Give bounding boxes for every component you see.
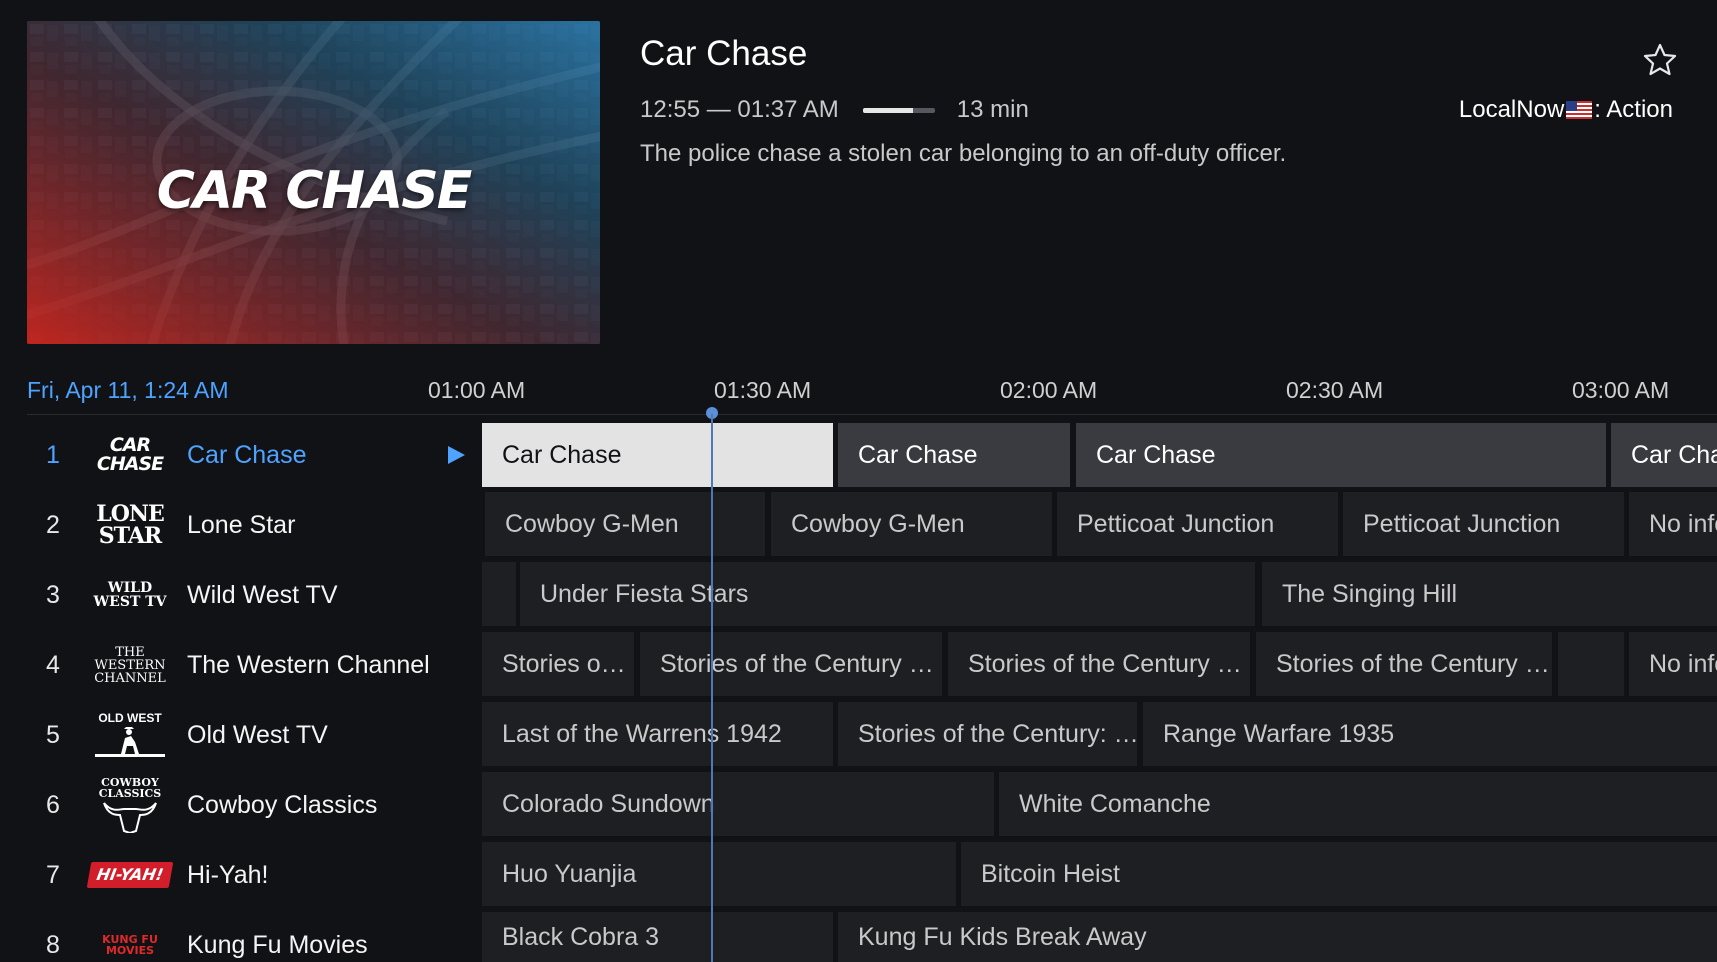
program-cell[interactable]: Black Cobra 3 bbox=[482, 912, 833, 962]
channel-row-car-chase[interactable]: 1 CAR CHASE Car Chase bbox=[27, 420, 477, 490]
time-slot: 02:30 AM bbox=[1286, 377, 1384, 403]
program-description: The police chase a stolen car belonging … bbox=[640, 140, 1287, 167]
program-progress-fill bbox=[862, 107, 914, 113]
program-cell[interactable]: Last of the Warrens 1942 bbox=[482, 702, 833, 766]
program-title: Car Chase bbox=[640, 34, 808, 73]
program-preview-image: CAR CHASE bbox=[27, 21, 600, 344]
channel-logo-hi-yah: HI-YAH! bbox=[86, 862, 174, 888]
program-cell[interactable]: Under Fiesta Stars bbox=[520, 562, 1255, 626]
time-slot: 01:30 AM bbox=[714, 377, 812, 403]
channel-row-hi-yah[interactable]: 7 HI-YAH! Hi-Yah! bbox=[27, 840, 477, 910]
channel-name: Car Chase bbox=[187, 440, 307, 469]
channel-genre-label: : Action bbox=[1594, 96, 1673, 123]
program-cell-no-info[interactable]: No info bbox=[1629, 632, 1717, 696]
time-slot: 02:00 AM bbox=[1000, 377, 1098, 403]
program-cell-no-info[interactable]: No info bbox=[1629, 492, 1717, 556]
channel-logo-wild-west-tv: WILD WEST TV bbox=[93, 580, 167, 610]
program-cell[interactable]: Cowboy G-Men bbox=[771, 492, 1052, 556]
program-cell[interactable]: Colorado Sundown bbox=[482, 772, 994, 836]
channel-row-cowboy-classics[interactable]: 6 COWBOY CLASSICS Cowboy Classics bbox=[27, 770, 477, 840]
channel-logo-lone-star: LONE STAR bbox=[96, 501, 165, 549]
current-time-marker bbox=[706, 407, 718, 419]
program-cell[interactable]: Stories of the Century … bbox=[1256, 632, 1552, 696]
program-cell[interactable]: Car Chase bbox=[838, 423, 1070, 487]
channel-name: Old West TV bbox=[187, 720, 328, 749]
channel-number: 8 bbox=[46, 930, 60, 959]
preview-title-art: CAR CHASE bbox=[156, 161, 472, 221]
program-progress-bar bbox=[862, 107, 935, 113]
channel-name: The Western Channel bbox=[187, 650, 430, 679]
channel-name: Cowboy Classics bbox=[187, 790, 378, 819]
program-cell[interactable]: Huo Yuanjia bbox=[482, 842, 956, 906]
program-cell[interactable]: Cowboy G-Men bbox=[485, 492, 765, 556]
channel-number: 6 bbox=[46, 790, 60, 819]
channel-logo-text: OLD WEST bbox=[98, 711, 162, 725]
channel-row-wild-west-tv[interactable]: 3 WILD WEST TV Wild West TV bbox=[27, 560, 477, 630]
channel-number: 4 bbox=[46, 650, 60, 679]
program-cell[interactable]: The Singing Hill bbox=[1262, 562, 1717, 626]
channel-logo-car-chase: CAR CHASE bbox=[96, 434, 164, 475]
time-slot: 03:00 AM bbox=[1572, 377, 1670, 403]
channel-logo-cowboy-classics: COWBOY CLASSICS bbox=[89, 775, 171, 835]
favorite-star-icon[interactable] bbox=[1640, 40, 1680, 80]
timeline-divider bbox=[27, 414, 1717, 415]
program-cell[interactable]: Stories of the Century: … bbox=[838, 702, 1137, 766]
program-cell[interactable]: Bitcoin Heist bbox=[961, 842, 1717, 906]
play-icon[interactable] bbox=[445, 444, 467, 466]
channel-row-kung-fu-movies[interactable]: 8 KUNG FU MOVIES Kung Fu Movies bbox=[27, 910, 477, 962]
program-cell[interactable]: White Comanche bbox=[999, 772, 1717, 836]
program-cell[interactable] bbox=[482, 562, 516, 626]
program-remaining: 13 min bbox=[956, 96, 1029, 123]
channel-logo-kung-fu-movies: KUNG FU MOVIES bbox=[102, 933, 158, 957]
time-slot: 01:00 AM bbox=[428, 377, 526, 403]
channel-row-lone-star[interactable]: 2 LONE STAR Lone Star bbox=[27, 490, 477, 560]
channel-name: Lone Star bbox=[187, 510, 296, 539]
channel-genre: LocalNow : Action bbox=[1459, 94, 1673, 126]
channel-number: 2 bbox=[46, 510, 60, 539]
channel-number: 1 bbox=[46, 440, 60, 469]
channel-logo-old-west-tv: OLD WEST bbox=[89, 705, 171, 765]
program-cell[interactable]: Petticoat Junction bbox=[1057, 492, 1338, 556]
channel-number: 3 bbox=[46, 580, 60, 609]
channel-logo-the-western-channel: THE WESTERN CHANNEL bbox=[94, 644, 166, 686]
program-cell[interactable]: Kung Fu Kids Break Away bbox=[838, 912, 1717, 962]
channel-source: LocalNow bbox=[1458, 96, 1565, 123]
program-cell-selected[interactable]: Car Chase bbox=[482, 423, 833, 487]
channel-row-the-western-channel[interactable]: 4 THE WESTERN CHANNEL The Western Channe… bbox=[27, 630, 477, 700]
channel-number: 5 bbox=[46, 720, 60, 749]
channel-name: Kung Fu Movies bbox=[187, 930, 368, 959]
program-time-range: 12:55 — 01:37 AM bbox=[640, 96, 839, 123]
program-cell[interactable]: Stories of the Century … bbox=[948, 632, 1250, 696]
us-flag-icon bbox=[1566, 101, 1593, 119]
channel-logo-text: COWBOY CLASSICS bbox=[98, 776, 162, 800]
cowboy-horse-icon bbox=[95, 727, 165, 757]
program-cell[interactable]: Car Chase bbox=[1611, 423, 1717, 487]
program-cell[interactable]: Car Chase bbox=[1076, 423, 1606, 487]
channel-number: 7 bbox=[46, 860, 60, 889]
channel-name: Hi-Yah! bbox=[187, 860, 269, 889]
program-cell[interactable]: Petticoat Junction bbox=[1343, 492, 1624, 556]
program-cell[interactable] bbox=[1558, 632, 1624, 696]
program-cell[interactable]: Stories o… bbox=[482, 632, 634, 696]
bull-skull-icon bbox=[103, 802, 157, 833]
program-cell[interactable]: Stories of the Century … bbox=[640, 632, 942, 696]
program-time-row: 12:55 — 01:37 AM 13 min bbox=[640, 94, 1029, 126]
current-datetime: Fri, Apr 11, 1:24 AM bbox=[27, 377, 229, 403]
channel-name: Wild West TV bbox=[187, 580, 338, 609]
channel-row-old-west-tv[interactable]: 5 OLD WEST Old West TV bbox=[27, 700, 477, 770]
program-cell[interactable]: Range Warfare 1935 bbox=[1143, 702, 1717, 766]
